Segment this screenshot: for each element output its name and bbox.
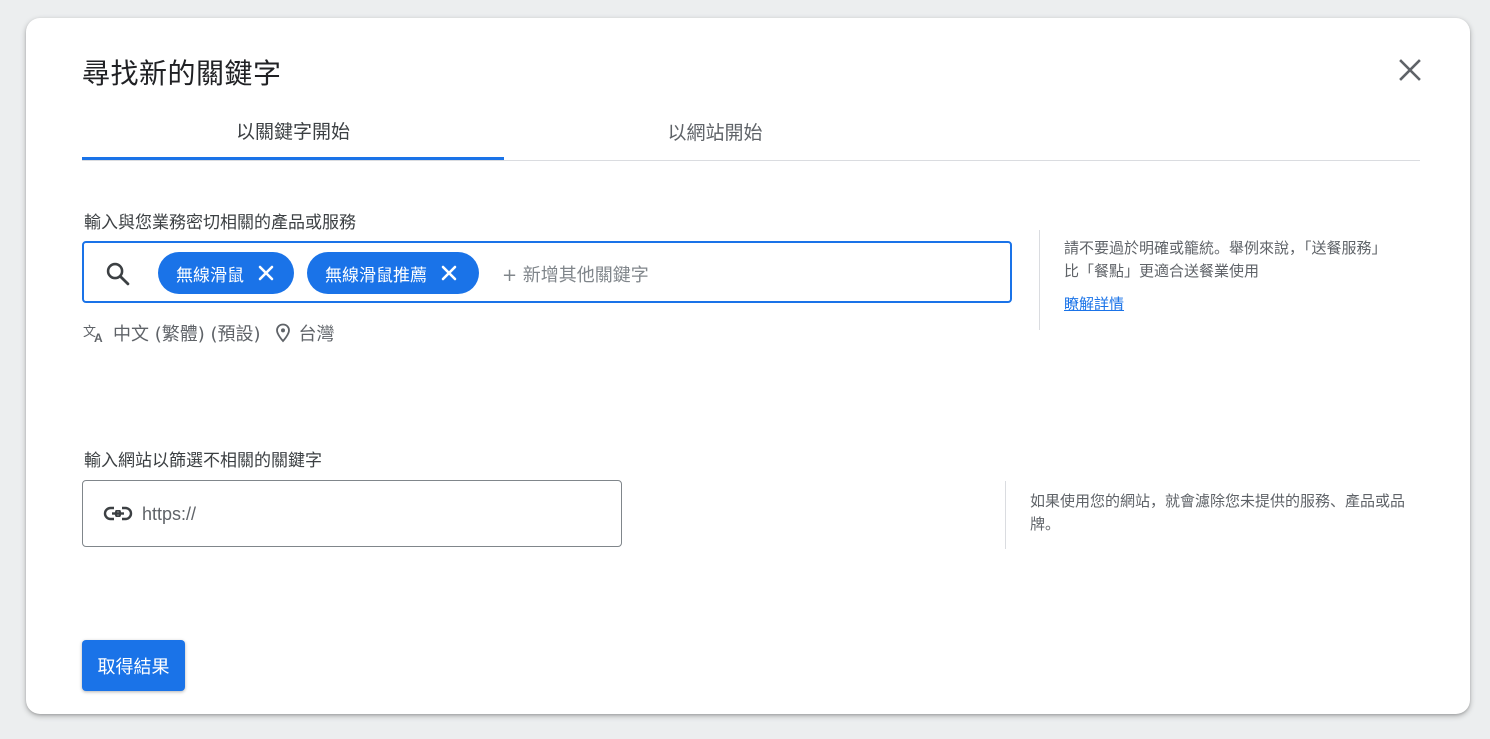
remove-chip-icon[interactable] [256,263,276,283]
keyword-chip-label: 無線滑鼠推薦 [325,265,427,286]
keyword-chip: 無線滑鼠 [158,252,294,294]
tab-start-with-website[interactable]: 以網站開始 [504,104,926,158]
add-keyword-input[interactable]: + 新增其他關鍵字 [502,261,649,287]
tab-start-with-keywords[interactable]: 以關鍵字開始 [82,104,504,160]
close-icon[interactable] [1394,54,1426,86]
website-section-label: 輸入網站以篩選不相關的關鍵字 [84,451,322,471]
location-pin-icon[interactable] [275,323,291,343]
website-input-box [82,480,622,547]
dialog-title: 尋找新的關鍵字 [82,57,282,90]
find-keywords-dialog: 尋找新的關鍵字 以關鍵字開始 以網站開始 輸入與您業務密切相關的產品或服務 無線… [26,18,1470,714]
location-setting[interactable]: 台灣 [299,320,335,346]
language-setting[interactable]: 中文 (繁體) (預設) [113,320,261,346]
keywords-section-label: 輸入與您業務密切相關的產品或服務 [84,213,356,233]
get-results-button[interactable]: 取得結果 [82,640,185,691]
keyword-hint: 請不要過於明確或籠統。舉例來說，「送餐服務」比「餐點」更適合送餐業使用 瞭解詳情 [1039,230,1399,330]
website-hint-text: 如果使用您的網站，就會濾除您未提供的服務、產品或品牌。 [1030,492,1406,533]
link-icon [103,506,133,521]
svg-text:A: A [94,331,103,344]
website-hint: 如果使用您的網站，就會濾除您未提供的服務、產品或品牌。 [1005,481,1405,549]
keyword-chip: 無線滑鼠推薦 [307,252,479,294]
keyword-input-box[interactable]: 無線滑鼠 無線滑鼠推薦 + 新增其他關鍵字 [82,241,1012,303]
translate-icon[interactable]: 文 A [83,322,107,344]
keyword-hint-text: 請不要過於明確或籠統。舉例來說，「送餐服務」比「餐點」更適合送餐業使用 [1064,239,1387,280]
learn-more-link[interactable]: 瞭解詳情 [1064,293,1124,316]
targeting-settings: 文 A 中文 (繁體) (預設) 台灣 [83,320,335,346]
tab-bar: 以關鍵字開始 以網站開始 [82,104,1420,161]
remove-chip-icon[interactable] [439,263,459,283]
website-url-input[interactable] [142,499,602,529]
search-icon [106,262,130,286]
keyword-chip-label: 無線滑鼠 [176,265,244,286]
